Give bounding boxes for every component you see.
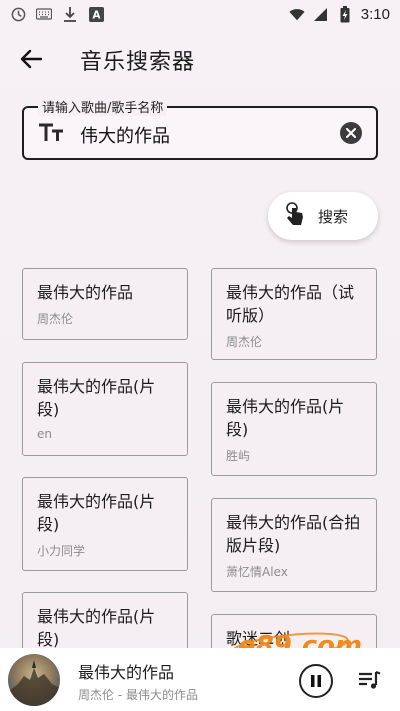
result-card[interactable]: 最伟大的作品(片段) 小力同学 — [22, 477, 188, 571]
result-title: 最伟大的作品(片段) — [37, 492, 156, 534]
result-artist: en — [37, 427, 52, 441]
player-subtitle: 周杰伦 - 最伟大的作品 — [78, 688, 198, 702]
album-cover[interactable] — [8, 654, 60, 706]
now-playing-bar[interactable]: 最伟大的作品 周杰伦 - 最伟大的作品 — [0, 648, 400, 711]
result-card[interactable]: 最伟大的作品(片段) en — [22, 362, 188, 456]
pause-button[interactable] — [299, 664, 333, 698]
result-card[interactable]: 最伟大的作品(合拍版片段) 萧忆情Alex — [211, 498, 377, 592]
results-grid: 最伟大的作品 周杰伦 最伟大的作品（试听版） 周杰伦 最伟大的作品(片段) en… — [0, 0, 400, 711]
pause-icon — [311, 675, 321, 687]
result-card[interactable]: 最伟大的作品(片段) 胜屿 — [211, 382, 377, 476]
result-title: 最伟大的作品(片段) — [37, 607, 156, 649]
result-artist: 胜屿 — [226, 449, 251, 463]
result-artist: 萧忆情Alex — [226, 565, 288, 579]
playlist-icon — [359, 670, 381, 689]
result-artist: 周杰伦 — [226, 335, 263, 349]
result-title: 最伟大的作品(片段) — [226, 397, 345, 439]
result-title: 最伟大的作品 — [37, 283, 134, 302]
result-title: 歌迷二创 — [226, 629, 291, 648]
result-title: 最伟大的作品（试听版） — [226, 283, 355, 325]
result-artist: 小力同学 — [37, 544, 86, 558]
result-card[interactable]: 最伟大的作品 周杰伦 — [22, 268, 188, 340]
result-title: 最伟大的作品(合拍版片段) — [226, 513, 361, 555]
result-artist: 周杰伦 — [37, 312, 74, 326]
playlist-button[interactable] — [357, 668, 383, 694]
result-title: 最伟大的作品(片段) — [37, 377, 156, 419]
player-title: 最伟大的作品 — [78, 663, 175, 682]
result-card[interactable]: 最伟大的作品（试听版） 周杰伦 — [211, 268, 377, 360]
